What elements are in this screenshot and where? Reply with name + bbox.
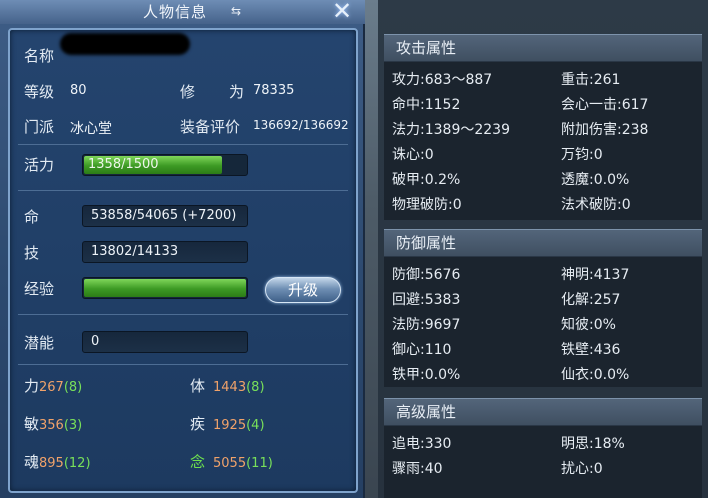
upgrade-button[interactable]: 升级 <box>265 277 341 303</box>
advanced-attr: 骤雨:40 <box>392 461 443 477</box>
title-bar: 人物信息 ⇆ ✕ <box>0 0 365 24</box>
close-icon[interactable]: ✕ <box>329 0 355 24</box>
defense-attr: 法防:9697 <box>392 317 461 333</box>
level-value: 80 <box>70 83 87 98</box>
vitality-label: 活力 <box>24 156 55 174</box>
defense-attr: 神明:4137 <box>561 267 630 283</box>
stat-strength: 力267(8) <box>24 375 82 396</box>
skill-field: 13802/14133 <box>82 241 248 263</box>
advanced-attr: 追电:330 <box>392 436 452 452</box>
stat-bonus: (8) <box>63 380 83 395</box>
stat-label: 疾 <box>190 415 206 433</box>
attack-attr: 破甲:0.2% <box>392 172 461 188</box>
defense-attr: 铁甲:0.0% <box>392 367 461 383</box>
defense-section-header: 防御属性 <box>384 229 702 257</box>
stat-base: 267 <box>39 380 64 395</box>
defense-attr: 回避:5383 <box>392 292 461 308</box>
attack-attr: 法术破防:0 <box>561 197 631 213</box>
exp-bar-fill <box>84 279 246 297</box>
attack-attr: 诛心:0 <box>392 147 434 163</box>
stat-label: 体 <box>190 377 206 395</box>
character-info-panel: 人物信息 ⇆ ✕ 名称 等级 80 修 为 78335 门派 冰心堂 装备评价 … <box>0 0 365 498</box>
attack-attr: 万钧:0 <box>561 147 603 163</box>
potential-field: 0 <box>82 331 248 353</box>
defense-attr: 铁壁:436 <box>561 342 621 358</box>
exp-bar <box>82 277 248 299</box>
stat-label: 敏 <box>24 415 40 433</box>
attack-attr: 物理破防:0 <box>392 197 462 213</box>
stat-bonus: (4) <box>246 418 265 433</box>
equip-score-label: 装备评价 <box>180 118 241 136</box>
exp-label: 经验 <box>24 280 55 298</box>
divider <box>18 364 348 365</box>
stat-label: 念 <box>190 453 206 471</box>
stat-bonus: (11) <box>246 456 273 471</box>
vitality-text: 1358/1500 <box>88 157 159 172</box>
cultivation-value: 78335 <box>253 83 295 98</box>
attack-attr: 法力:1389～2239 <box>392 122 510 138</box>
equip-score-value: 136692/136692 <box>253 118 349 132</box>
stat-label: 力 <box>24 377 40 395</box>
vitality-bar: 1358/1500 <box>82 154 248 176</box>
stat-label: 魂 <box>24 453 40 471</box>
attack-attr: 攻力:683～887 <box>392 72 493 88</box>
attack-attr: 会心一击:617 <box>561 97 649 113</box>
defense-attr: 知彼:0% <box>561 317 616 333</box>
attack-attr: 重击:261 <box>561 72 621 88</box>
attack-attr: 命中:1152 <box>392 97 461 113</box>
attack-section-header: 攻击属性 <box>384 34 702 62</box>
cultivation-label-2: 为 <box>229 83 245 101</box>
attack-attr: 附加伤害:238 <box>561 122 649 138</box>
level-label: 等级 <box>24 83 55 101</box>
stat-base: 356 <box>39 418 64 433</box>
divider <box>18 314 348 315</box>
stat-constitution: 体 1443(8) <box>190 375 265 396</box>
advanced-attr: 明思:18% <box>561 436 625 452</box>
stat-speed: 疾 1925(4) <box>190 413 265 434</box>
sect-label: 门派 <box>24 118 55 136</box>
stat-bonus: (12) <box>63 456 91 471</box>
stat-agility: 敏356(3) <box>24 413 82 434</box>
hp-label: 命 <box>24 208 40 226</box>
hp-field: 53858/54065 (+7200) <box>82 205 248 227</box>
stat-bonus: (3) <box>63 418 83 433</box>
defense-attr: 化解:257 <box>561 292 621 308</box>
stat-base: 895 <box>39 456 64 471</box>
stat-bonus: (8) <box>246 380 265 395</box>
stat-base: 1443 <box>213 380 247 395</box>
stat-base: 5055 <box>213 456 247 471</box>
stat-soul: 魂895(12) <box>24 451 91 472</box>
swap-icon[interactable]: ⇆ <box>226 3 246 19</box>
attack-attr: 透魔:0.0% <box>561 172 630 188</box>
stat-mind: 念 5055(11) <box>190 451 273 472</box>
name-label: 名称 <box>24 47 55 65</box>
defense-attr: 仙衣:0.0% <box>561 367 630 383</box>
divider <box>18 190 348 191</box>
panel-title: 人物信息 <box>143 3 208 21</box>
cultivation-label-1: 修 <box>180 83 196 101</box>
potential-label: 潜能 <box>24 334 55 352</box>
advanced-section-header: 高级属性 <box>384 398 702 426</box>
skill-label: 技 <box>24 244 40 262</box>
defense-attr: 御心:110 <box>392 342 452 358</box>
advanced-attr: 扰心:0 <box>561 461 603 477</box>
name-redacted <box>60 33 190 55</box>
defense-attr: 防御:5676 <box>392 267 461 283</box>
stat-base: 1925 <box>213 418 247 433</box>
sect-value: 冰心堂 <box>70 121 112 137</box>
divider <box>18 144 348 145</box>
